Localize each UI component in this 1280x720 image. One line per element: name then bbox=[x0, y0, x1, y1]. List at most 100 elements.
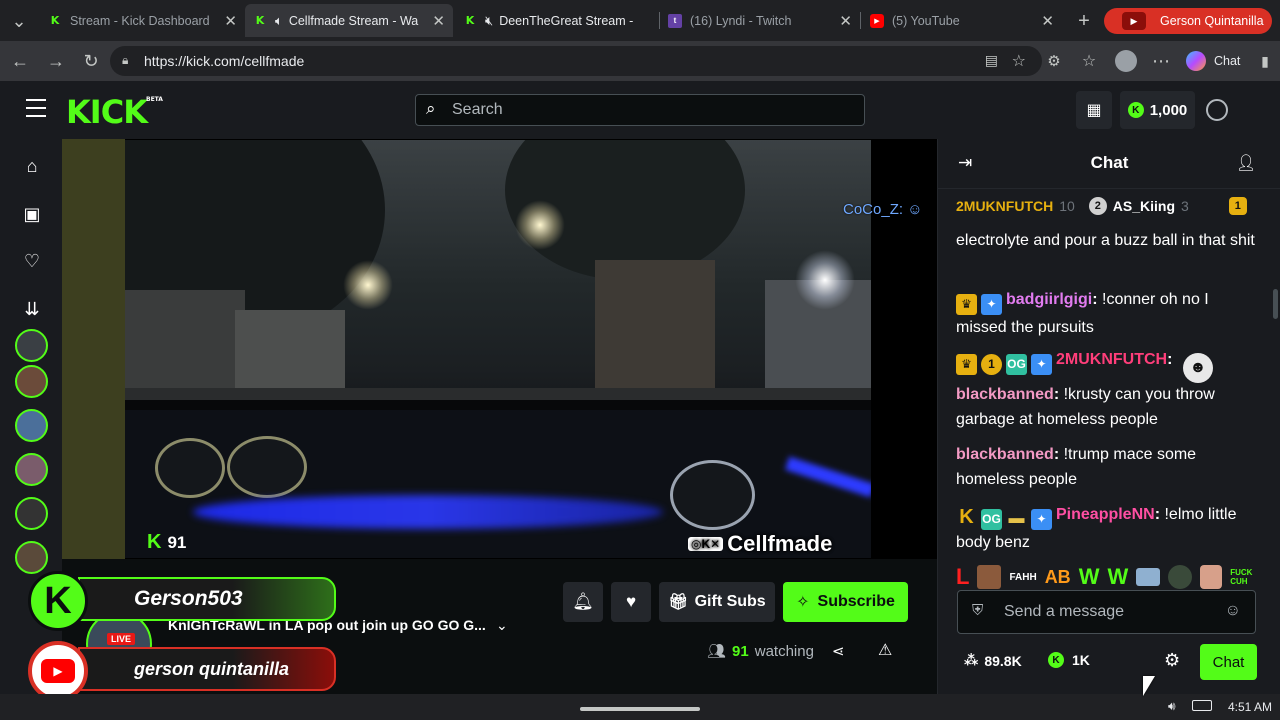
sidebar-collapse-icon[interactable]: ⇊ bbox=[20, 297, 44, 321]
new-tab-icon[interactable]: + bbox=[1073, 10, 1095, 32]
kick-favicon-icon: K bbox=[50, 14, 60, 27]
watching-count: 👥︎ 91 watching bbox=[707, 642, 814, 661]
more-menu-icon[interactable]: ⋯ bbox=[1150, 50, 1172, 72]
chat-footer: ⁂ 89.8K K 1K ⚙ Chat bbox=[938, 644, 1280, 684]
video-player[interactable]: CoCo_Z: ☺ bbox=[62, 139, 937, 559]
streetlight-glow bbox=[795, 250, 855, 310]
sidebar-toggle-icon[interactable]: ▮ bbox=[1254, 50, 1276, 72]
gift-subs-button[interactable]: 🎁︎ Gift Subs bbox=[659, 582, 775, 622]
send-chat-button[interactable]: Chat bbox=[1200, 644, 1257, 680]
speaker-icon[interactable]: 🔈︎ bbox=[275, 13, 283, 29]
youtube-name-bar: gerson quintanilla bbox=[78, 647, 336, 691]
followers-stat: ⁂ 89.8K bbox=[964, 652, 1022, 669]
send-chat-label: Chat bbox=[1212, 653, 1245, 671]
twitch-favicon-icon: t bbox=[668, 13, 682, 28]
search-input[interactable]: ⌕ Search bbox=[415, 94, 865, 126]
chat-username[interactable]: badgiirlgigi bbox=[1006, 291, 1092, 308]
profile-button[interactable]: ▶ Gerson Quintanilla bbox=[1104, 8, 1272, 34]
favorites-icon[interactable]: ☆ bbox=[1078, 50, 1100, 72]
chat-coins-stat[interactable]: K 1K bbox=[1048, 652, 1090, 668]
emote-fahh[interactable]: FAHH bbox=[1009, 572, 1036, 583]
following-heart-icon[interactable]: ♡ bbox=[20, 249, 44, 273]
copilot-button[interactable]: Chat bbox=[1186, 51, 1240, 71]
notification-bell-button[interactable]: 🔔︎ bbox=[563, 582, 603, 622]
followed-channel-avatar[interactable] bbox=[15, 365, 48, 398]
followed-channel-avatar[interactable] bbox=[15, 497, 48, 530]
reader-mode-icon[interactable]: ▤ bbox=[985, 52, 998, 69]
muted-speaker-icon[interactable]: 🔇︎ bbox=[485, 13, 493, 29]
emote-w[interactable]: W bbox=[1079, 564, 1100, 590]
forward-icon[interactable]: → bbox=[45, 50, 67, 72]
reload-icon[interactable]: ↻ bbox=[80, 50, 102, 72]
emote-fuck-cuh[interactable]: FUCK CUH bbox=[1230, 568, 1256, 586]
chat-settings-gear-icon[interactable]: ⚙ bbox=[1164, 650, 1180, 671]
bell-icon: 🔔︎ bbox=[572, 592, 594, 611]
chat-username[interactable]: PineappleNN bbox=[1056, 506, 1155, 523]
gifter-name[interactable]: AS_Kiing bbox=[1113, 198, 1175, 214]
emote-ab[interactable]: AB bbox=[1045, 567, 1071, 588]
search-placeholder: Search bbox=[452, 101, 503, 118]
emote-w[interactable]: W bbox=[1107, 564, 1128, 590]
followed-channel-avatar[interactable] bbox=[15, 453, 48, 486]
car-emote-icon[interactable] bbox=[1136, 568, 1161, 586]
face-emote-icon[interactable] bbox=[977, 565, 1002, 589]
report-warning-icon[interactable]: ⚠ bbox=[878, 640, 892, 660]
chat-message: blackbanned: !trump mace some homeless p… bbox=[956, 446, 1197, 488]
hand-emote-icon[interactable] bbox=[1200, 565, 1223, 589]
user-avatar-icon[interactable] bbox=[1206, 99, 1228, 121]
follow-heart-button[interactable]: ♥ bbox=[611, 582, 651, 622]
emoji-icon: ☺ bbox=[907, 201, 923, 218]
site-info-icon[interactable]: 🔒︎ bbox=[122, 53, 128, 68]
tab-youtube[interactable]: ▶ (5) YouTube ✕ bbox=[862, 4, 1062, 37]
close-tab-icon[interactable]: ✕ bbox=[432, 12, 445, 30]
favorite-star-icon[interactable]: ☆ bbox=[1012, 51, 1026, 71]
url-text: https://kick.com/cellfmade bbox=[144, 53, 305, 69]
address-bar[interactable]: 🔒︎ https://kick.com/cellfmade ▤ ☆ bbox=[110, 46, 1042, 76]
chat-username[interactable]: 2MUKNFUTCH bbox=[1056, 351, 1167, 368]
tab-title: DeenTheGreat Stream - bbox=[499, 13, 634, 28]
chat-users-icon[interactable]: 👤︎ bbox=[1236, 153, 1256, 173]
chat-title: Chat bbox=[1090, 153, 1129, 172]
back-icon[interactable]: ← bbox=[9, 50, 31, 72]
subscriber-badge-icon: ✦ bbox=[1031, 509, 1052, 530]
followed-channel-avatar[interactable] bbox=[15, 541, 48, 574]
profile-avatar-icon[interactable] bbox=[1115, 50, 1137, 72]
hamburger-menu-icon[interactable] bbox=[26, 99, 46, 117]
home-indicator[interactable] bbox=[580, 707, 700, 711]
close-tab-icon[interactable]: ✕ bbox=[224, 12, 237, 30]
watching-label: watching bbox=[754, 642, 814, 660]
close-tab-icon[interactable]: ✕ bbox=[839, 12, 852, 30]
tab-lyndi-twitch[interactable]: t (16) Lyndi - Twitch ✕ bbox=[660, 4, 860, 37]
emote-l[interactable]: L bbox=[956, 564, 969, 590]
extensions-icon[interactable]: ⚙ bbox=[1043, 50, 1065, 72]
kick-coins-button[interactable]: K 1,000 bbox=[1120, 91, 1195, 129]
battery-icon[interactable] bbox=[1192, 700, 1212, 711]
chat-username[interactable]: blackbanned bbox=[956, 386, 1054, 403]
tab-kick-dashboard[interactable]: K Stream - Kick Dashboard ✕ bbox=[40, 4, 245, 37]
followed-channel-avatar[interactable] bbox=[15, 409, 48, 442]
chat-scrollbar[interactable] bbox=[1273, 289, 1278, 319]
taskbar-clock[interactable]: 4:51 AM bbox=[1228, 700, 1272, 714]
tab-deenthegreat-stream[interactable]: K 🔇︎ DeenTheGreat Stream - bbox=[455, 4, 660, 37]
subscribe-button[interactable]: ✧ Subscribe bbox=[783, 582, 908, 622]
chat-username[interactable]: blackbanned bbox=[956, 446, 1054, 463]
share-icon[interactable]: ⋖ bbox=[832, 642, 845, 660]
youtube-profile-icon: ▶ bbox=[1122, 12, 1146, 30]
sparkle-icon: ✧ bbox=[796, 594, 810, 611]
emoji-picker-icon[interactable]: ☺ bbox=[1225, 602, 1241, 620]
chat-message-input[interactable]: ⛨ Send a message ☺ bbox=[957, 590, 1256, 634]
dashboard-icon[interactable]: ▦ bbox=[1076, 91, 1112, 129]
kick-logo-text: KICK bbox=[66, 93, 148, 131]
volume-icon[interactable]: 🔊︎ bbox=[1168, 699, 1176, 714]
chevron-down-icon[interactable]: ⌄ bbox=[496, 617, 508, 634]
browse-icon[interactable]: ▣ bbox=[20, 202, 44, 226]
creature-emote-icon[interactable] bbox=[1168, 565, 1193, 589]
kick-logo[interactable]: KICK BETA bbox=[66, 93, 163, 131]
chat-input-placeholder: Send a message bbox=[1004, 603, 1125, 620]
close-tab-icon[interactable]: ✕ bbox=[1041, 12, 1054, 30]
home-icon[interactable]: ⌂ bbox=[20, 154, 44, 178]
followed-channel-avatar[interactable] bbox=[15, 329, 48, 362]
tab-cellfmade-stream[interactable]: K 🔈︎ Cellfmade Stream - Wa ✕ bbox=[245, 4, 453, 37]
gifter-name[interactable]: 2MUKNFUTCH bbox=[956, 198, 1053, 214]
tab-search-dropdown-icon[interactable]: ⌄ bbox=[8, 10, 30, 32]
